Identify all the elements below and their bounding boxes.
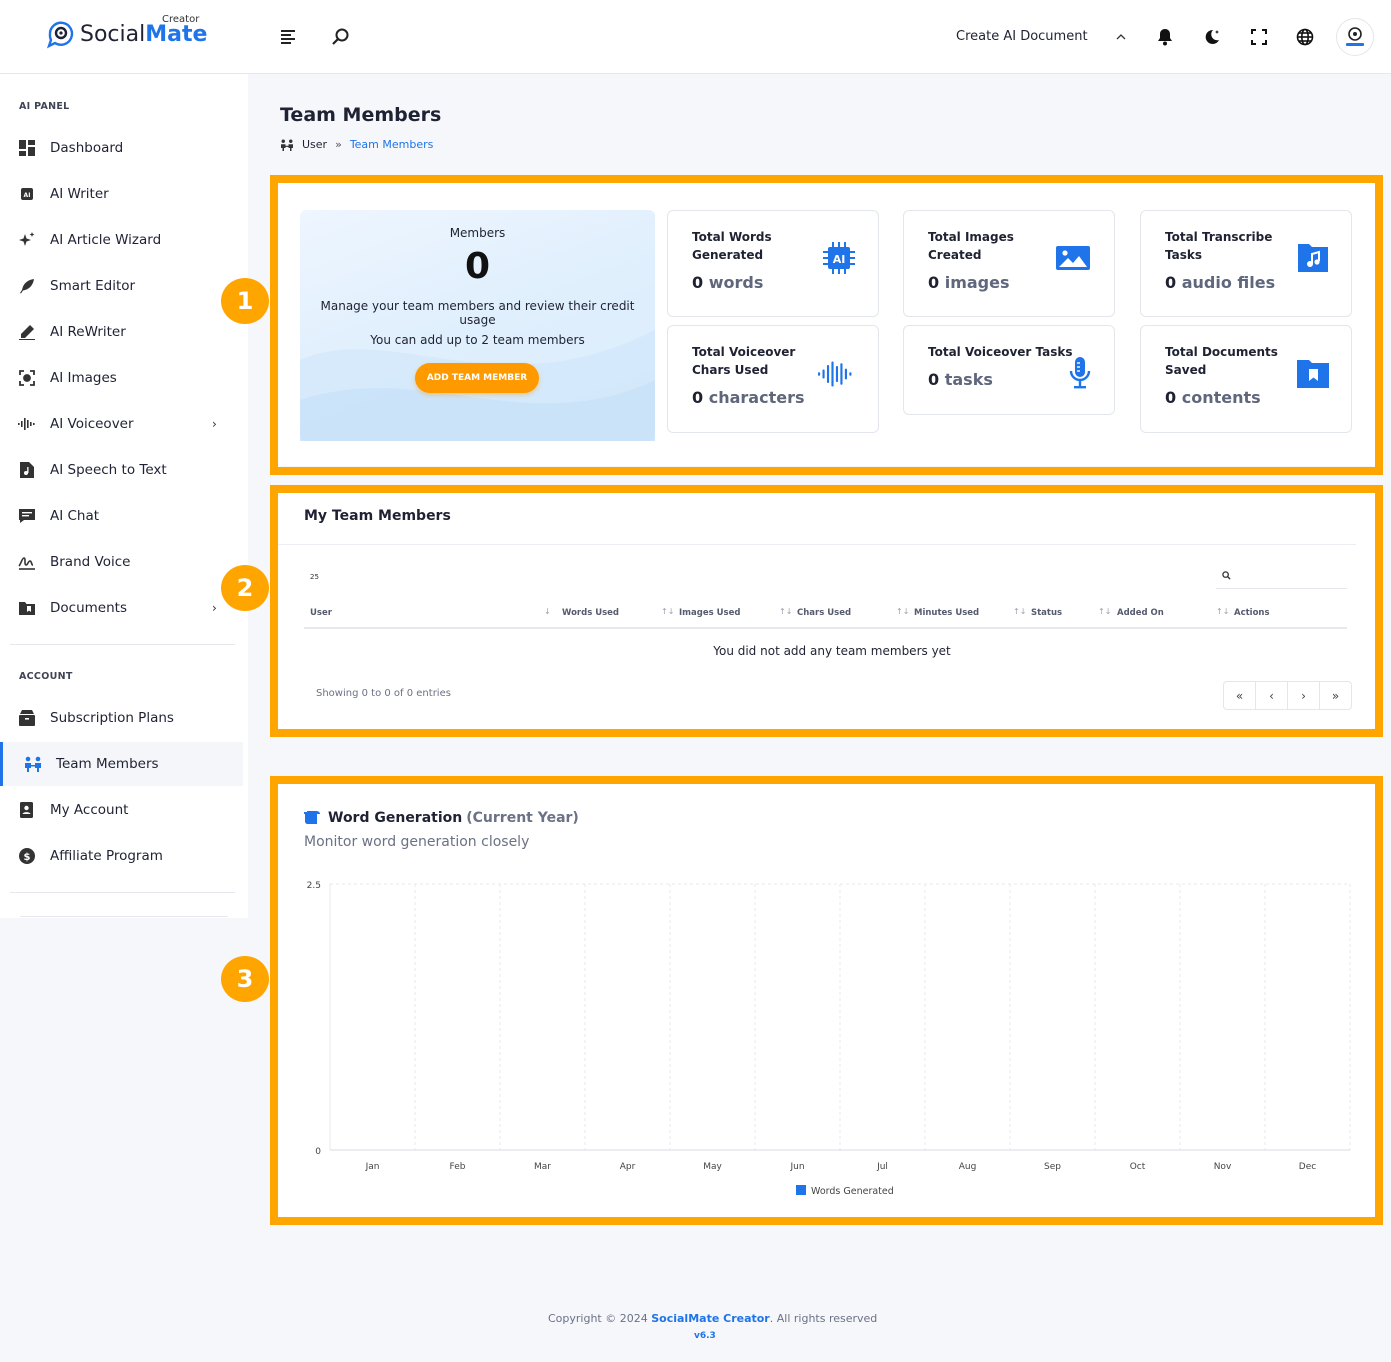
sidebar-item-label: AI ReWriter <box>50 324 126 340</box>
chevron-right-icon: › <box>212 417 217 431</box>
sidebar-item-ai-chat[interactable]: AI Chat <box>0 494 243 538</box>
image-focus-icon <box>18 369 36 387</box>
sidebar-item-label: Team Members <box>56 756 159 772</box>
create-ai-document-button[interactable]: Create AI Document <box>956 29 1088 44</box>
step-marker-1: 1 <box>221 278 269 324</box>
fullscreen-icon[interactable] <box>1248 26 1270 48</box>
sidebar-item-ai-voiceover[interactable]: AI Voiceover › <box>0 402 243 446</box>
sparkles-icon <box>18 231 36 249</box>
sidebar: AI PANEL Dashboard AI AI Writer AI Artic… <box>0 74 248 918</box>
page-title: Team Members <box>280 104 442 126</box>
sidebar-section-account: ACCOUNT <box>19 671 73 682</box>
logo-text-plain: Social <box>80 22 146 47</box>
sidebar-item-label: AI Article Wizard <box>50 232 162 248</box>
sidebar-item-label: AI Writer <box>50 186 109 202</box>
team-icon <box>281 139 293 151</box>
sidebar-item-ai-images[interactable]: AI Images <box>0 356 243 400</box>
highlight-box-2 <box>270 485 1383 737</box>
sidebar-item-documents[interactable]: Documents › <box>0 586 243 630</box>
sidebar-item-label: AI Speech to Text <box>50 462 167 478</box>
breadcrumb-current: Team Members <box>349 138 434 151</box>
logo-text-bold: Mate <box>145 22 208 47</box>
version: v6.3 <box>694 1331 716 1341</box>
sidebar-item-label: AI Chat <box>50 508 100 524</box>
menu-toggle-icon[interactable] <box>278 26 300 48</box>
logo[interactable]: SocialMate Creator <box>46 14 216 56</box>
breadcrumb: User » Team Members <box>280 138 433 151</box>
breadcrumb-separator: » <box>335 138 342 151</box>
folder-bookmark-icon <box>18 599 36 617</box>
highlight-box-3 <box>270 776 1383 1225</box>
sidebar-item-team-members[interactable]: Team Members <box>0 742 243 786</box>
user-avatar[interactable] <box>1336 18 1374 56</box>
chat-icon <box>18 507 36 525</box>
sidebar-item-label: Documents <box>50 600 127 616</box>
sidebar-divider <box>20 916 228 917</box>
account-card-icon <box>18 801 36 819</box>
sidebar-item-label: Affiliate Program <box>50 848 163 864</box>
step-marker-3: 3 <box>221 956 269 1002</box>
sidebar-divider <box>10 644 235 645</box>
sidebar-item-my-account[interactable]: My Account <box>0 788 243 832</box>
svg-text:AI: AI <box>24 192 31 199</box>
sidebar-item-ai-rewriter[interactable]: AI ReWriter <box>0 310 243 354</box>
search-icon[interactable] <box>330 26 352 48</box>
sidebar-item-brand-voice[interactable]: Brand Voice <box>0 540 243 584</box>
step-marker-2: 2 <box>221 565 269 611</box>
svg-text:$: $ <box>24 852 31 863</box>
breadcrumb-user[interactable]: User <box>302 138 327 151</box>
audio-file-icon <box>18 461 36 479</box>
logo-sup: Creator <box>162 14 200 25</box>
sidebar-item-smart-editor[interactable]: Smart Editor <box>0 264 243 308</box>
copyright-prefix: Copyright © 2024 <box>548 1312 652 1325</box>
sidebar-item-label: My Account <box>50 802 129 818</box>
sidebar-item-label: Dashboard <box>50 140 124 156</box>
sidebar-item-ai-speech-to-text[interactable]: AI Speech to Text <box>0 448 243 492</box>
copyright-suffix: . All rights reserved <box>769 1312 878 1325</box>
sidebar-item-ai-article-wizard[interactable]: AI Article Wizard <box>0 218 243 262</box>
chevron-right-icon: › <box>212 601 217 615</box>
sidebar-section-ai-panel: AI PANEL <box>19 101 70 112</box>
chevron-up-icon[interactable] <box>1110 26 1132 48</box>
sidebar-item-label: AI Images <box>50 370 117 386</box>
sidebar-item-dashboard[interactable]: Dashboard <box>0 126 243 170</box>
sidebar-item-label: AI Voiceover <box>50 416 134 432</box>
sidebar-divider <box>10 892 235 893</box>
sidebar-item-subscription-plans[interactable]: Subscription Plans <box>0 696 243 740</box>
sidebar-item-affiliate-program[interactable]: $ Affiliate Program <box>0 834 243 878</box>
language-globe-icon[interactable] <box>1294 26 1316 48</box>
dashboard-icon <box>18 139 36 157</box>
feather-pen-icon <box>18 277 36 295</box>
sidebar-item-ai-writer[interactable]: AI AI Writer <box>0 172 243 216</box>
soundwave-icon <box>18 415 36 433</box>
logo-icon <box>46 21 74 49</box>
team-icon <box>24 755 42 773</box>
sidebar-item-label: Subscription Plans <box>50 710 174 726</box>
topbar: SocialMate Creator Create AI Document <box>0 0 1391 74</box>
notification-bell-icon[interactable] <box>1154 26 1176 48</box>
avatar-logo-icon <box>1346 27 1364 46</box>
footer-brand-link[interactable]: SocialMate Creator <box>651 1312 770 1325</box>
copyright: Copyright © 2024 SocialMate Creator. All… <box>548 1312 877 1325</box>
ai-chip-icon: AI <box>18 185 36 203</box>
sidebar-item-label: Brand Voice <box>50 554 131 570</box>
sidebar-item-label: Smart Editor <box>50 278 136 294</box>
signature-icon <box>18 553 36 571</box>
pencil-icon <box>18 323 36 341</box>
dollar-coin-icon: $ <box>18 847 36 865</box>
highlight-box-1 <box>270 175 1383 475</box>
dark-mode-icon[interactable] <box>1201 26 1223 48</box>
box-plans-icon <box>18 709 36 727</box>
